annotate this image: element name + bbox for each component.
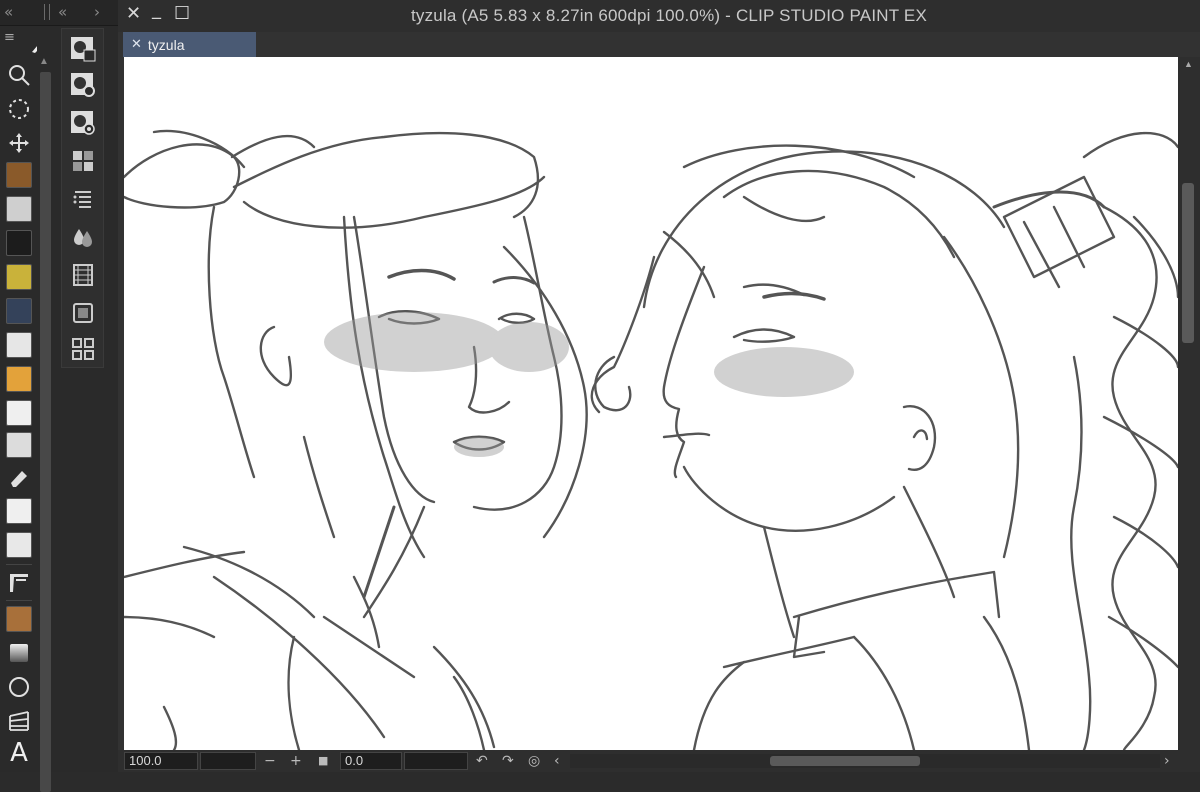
reset-rotation-icon[interactable]: ◎ <box>528 751 540 771</box>
zoom-tool-button[interactable] <box>4 60 34 90</box>
move-icon <box>9 133 29 153</box>
film-icon <box>73 264 93 286</box>
gradient-icon <box>10 644 28 662</box>
navigator-button[interactable] <box>69 299 97 327</box>
marker-tool-button[interactable] <box>4 464 34 494</box>
layer-property-button[interactable] <box>69 185 97 213</box>
sketch-artwork <box>124 129 1178 750</box>
material-button[interactable] <box>69 335 97 363</box>
custom-tool-8-icon[interactable] <box>6 400 32 426</box>
drawing-canvas[interactable] <box>124 57 1178 750</box>
horizontal-scroll-thumb[interactable] <box>770 756 920 766</box>
animation-timeline-button[interactable] <box>69 261 97 289</box>
toolbar-divider <box>6 564 32 565</box>
fit-icon[interactable]: ■ <box>318 751 328 771</box>
custom-tool-3-icon[interactable] <box>6 230 32 256</box>
panel-header: « « › <box>0 0 118 26</box>
perspective-icon <box>9 711 29 731</box>
brush-size-icon <box>71 111 95 135</box>
scroll-up-icon[interactable]: ▲ <box>39 56 49 67</box>
color-set-button[interactable] <box>69 147 97 175</box>
panel-grip-icon[interactable] <box>44 4 50 20</box>
left-panel: « « › ≡ A ▲ <box>0 0 118 792</box>
circle-icon <box>9 677 29 697</box>
custom-tool-7-icon[interactable] <box>6 366 32 392</box>
text-icon: A <box>10 738 28 768</box>
ruler-icon <box>10 574 28 592</box>
scroll-right-icon[interactable]: › <box>1164 751 1170 771</box>
custom-tool-9-icon[interactable] <box>6 432 32 458</box>
marker-icon <box>11 471 27 487</box>
sub-palette-dock <box>61 28 104 368</box>
window-title: tyzula (A5 5.83 x 8.27in 600dpi 100.0%) … <box>410 6 928 25</box>
move-tool-button[interactable] <box>4 128 34 158</box>
rotation-slider[interactable] <box>404 752 468 770</box>
tool-palette: ≡ A <box>0 28 46 772</box>
figure-tool-button[interactable] <box>4 672 34 702</box>
zoom-icon <box>9 65 30 86</box>
gradient-tool-button[interactable] <box>4 638 34 668</box>
nodes-icon <box>72 338 94 360</box>
canvas-vertical-scrollbar[interactable]: ▲ <box>1178 57 1200 750</box>
sub-tool-palette-button[interactable] <box>69 35 97 63</box>
scroll-up-icon[interactable]: ▲ <box>1184 59 1193 69</box>
ruler-tool-button[interactable] <box>4 568 34 598</box>
custom-tool-2-icon[interactable] <box>6 196 32 222</box>
custom-tool-1-icon[interactable] <box>6 162 32 188</box>
lasso-select-tool-button[interactable] <box>4 94 34 124</box>
frame-tool-button[interactable] <box>4 706 34 736</box>
status-bar: 100.0 − + ■ 0.0 ↶ ↷ ◎ ‹ › <box>118 750 1200 772</box>
lasso-select-icon <box>9 99 29 119</box>
custom-tool-10-icon[interactable] <box>6 498 32 524</box>
palette-menu-icon[interactable]: ≡ <box>4 30 15 45</box>
navigator-icon <box>73 303 93 323</box>
custom-tool-12-icon[interactable] <box>6 606 32 632</box>
layer-list-icon <box>73 191 91 208</box>
toolbar-divider <box>6 600 32 601</box>
vertical-scroll-thumb[interactable] <box>1182 183 1194 343</box>
document-tab-bar: ✕ tyzula <box>118 32 1200 57</box>
expand-panel-icon[interactable]: › <box>94 3 100 21</box>
canvas-horizontal-scrollbar[interactable] <box>570 754 1160 768</box>
brush-size-button[interactable] <box>69 109 97 137</box>
drops-icon <box>74 229 92 247</box>
tool-property-icon <box>71 73 95 97</box>
scrollbar-thumb[interactable] <box>40 72 51 792</box>
title-bar: ✕ _ ☐ tyzula (A5 5.83 x 8.27in 600dpi 10… <box>118 0 1200 32</box>
custom-tool-6-icon[interactable] <box>6 332 32 358</box>
sub-tool-icon <box>71 37 96 62</box>
tab-label: tyzula <box>147 36 185 53</box>
document-tab[interactable]: ✕ tyzula <box>123 32 256 57</box>
rotation-field[interactable]: 0.0 <box>340 752 402 770</box>
color-grid-icon <box>73 151 93 171</box>
clip-studio-window: « « › ≡ A ▲ ✕ _ ☐ tyzula (A5 5.83 x 8.27… <box>0 0 1200 792</box>
zoom-out-icon[interactable]: − <box>264 751 276 771</box>
custom-tool-5-icon[interactable] <box>6 298 32 324</box>
custom-tool-11-icon[interactable] <box>6 532 32 558</box>
zoom-slider[interactable] <box>200 752 256 770</box>
rotate-left-icon[interactable]: ↶ <box>476 751 488 771</box>
tab-close-icon[interactable]: ✕ <box>131 37 142 52</box>
zoom-field[interactable]: 100.0 <box>124 752 198 770</box>
tool-property-button[interactable] <box>69 71 97 99</box>
rotate-right-icon[interactable]: ↷ <box>502 751 514 771</box>
text-tool-button[interactable]: A <box>4 738 34 768</box>
color-mixing-button[interactable] <box>69 223 97 251</box>
zoom-in-icon[interactable]: + <box>290 751 302 771</box>
scroll-left-icon[interactable]: ‹ <box>554 751 560 771</box>
tool-palette-scrollbar[interactable]: ▲ <box>37 28 54 792</box>
collapse-left-icon[interactable]: « <box>4 3 13 21</box>
collapse-panel-icon[interactable]: « <box>58 3 67 21</box>
custom-tool-4-icon[interactable] <box>6 264 32 290</box>
